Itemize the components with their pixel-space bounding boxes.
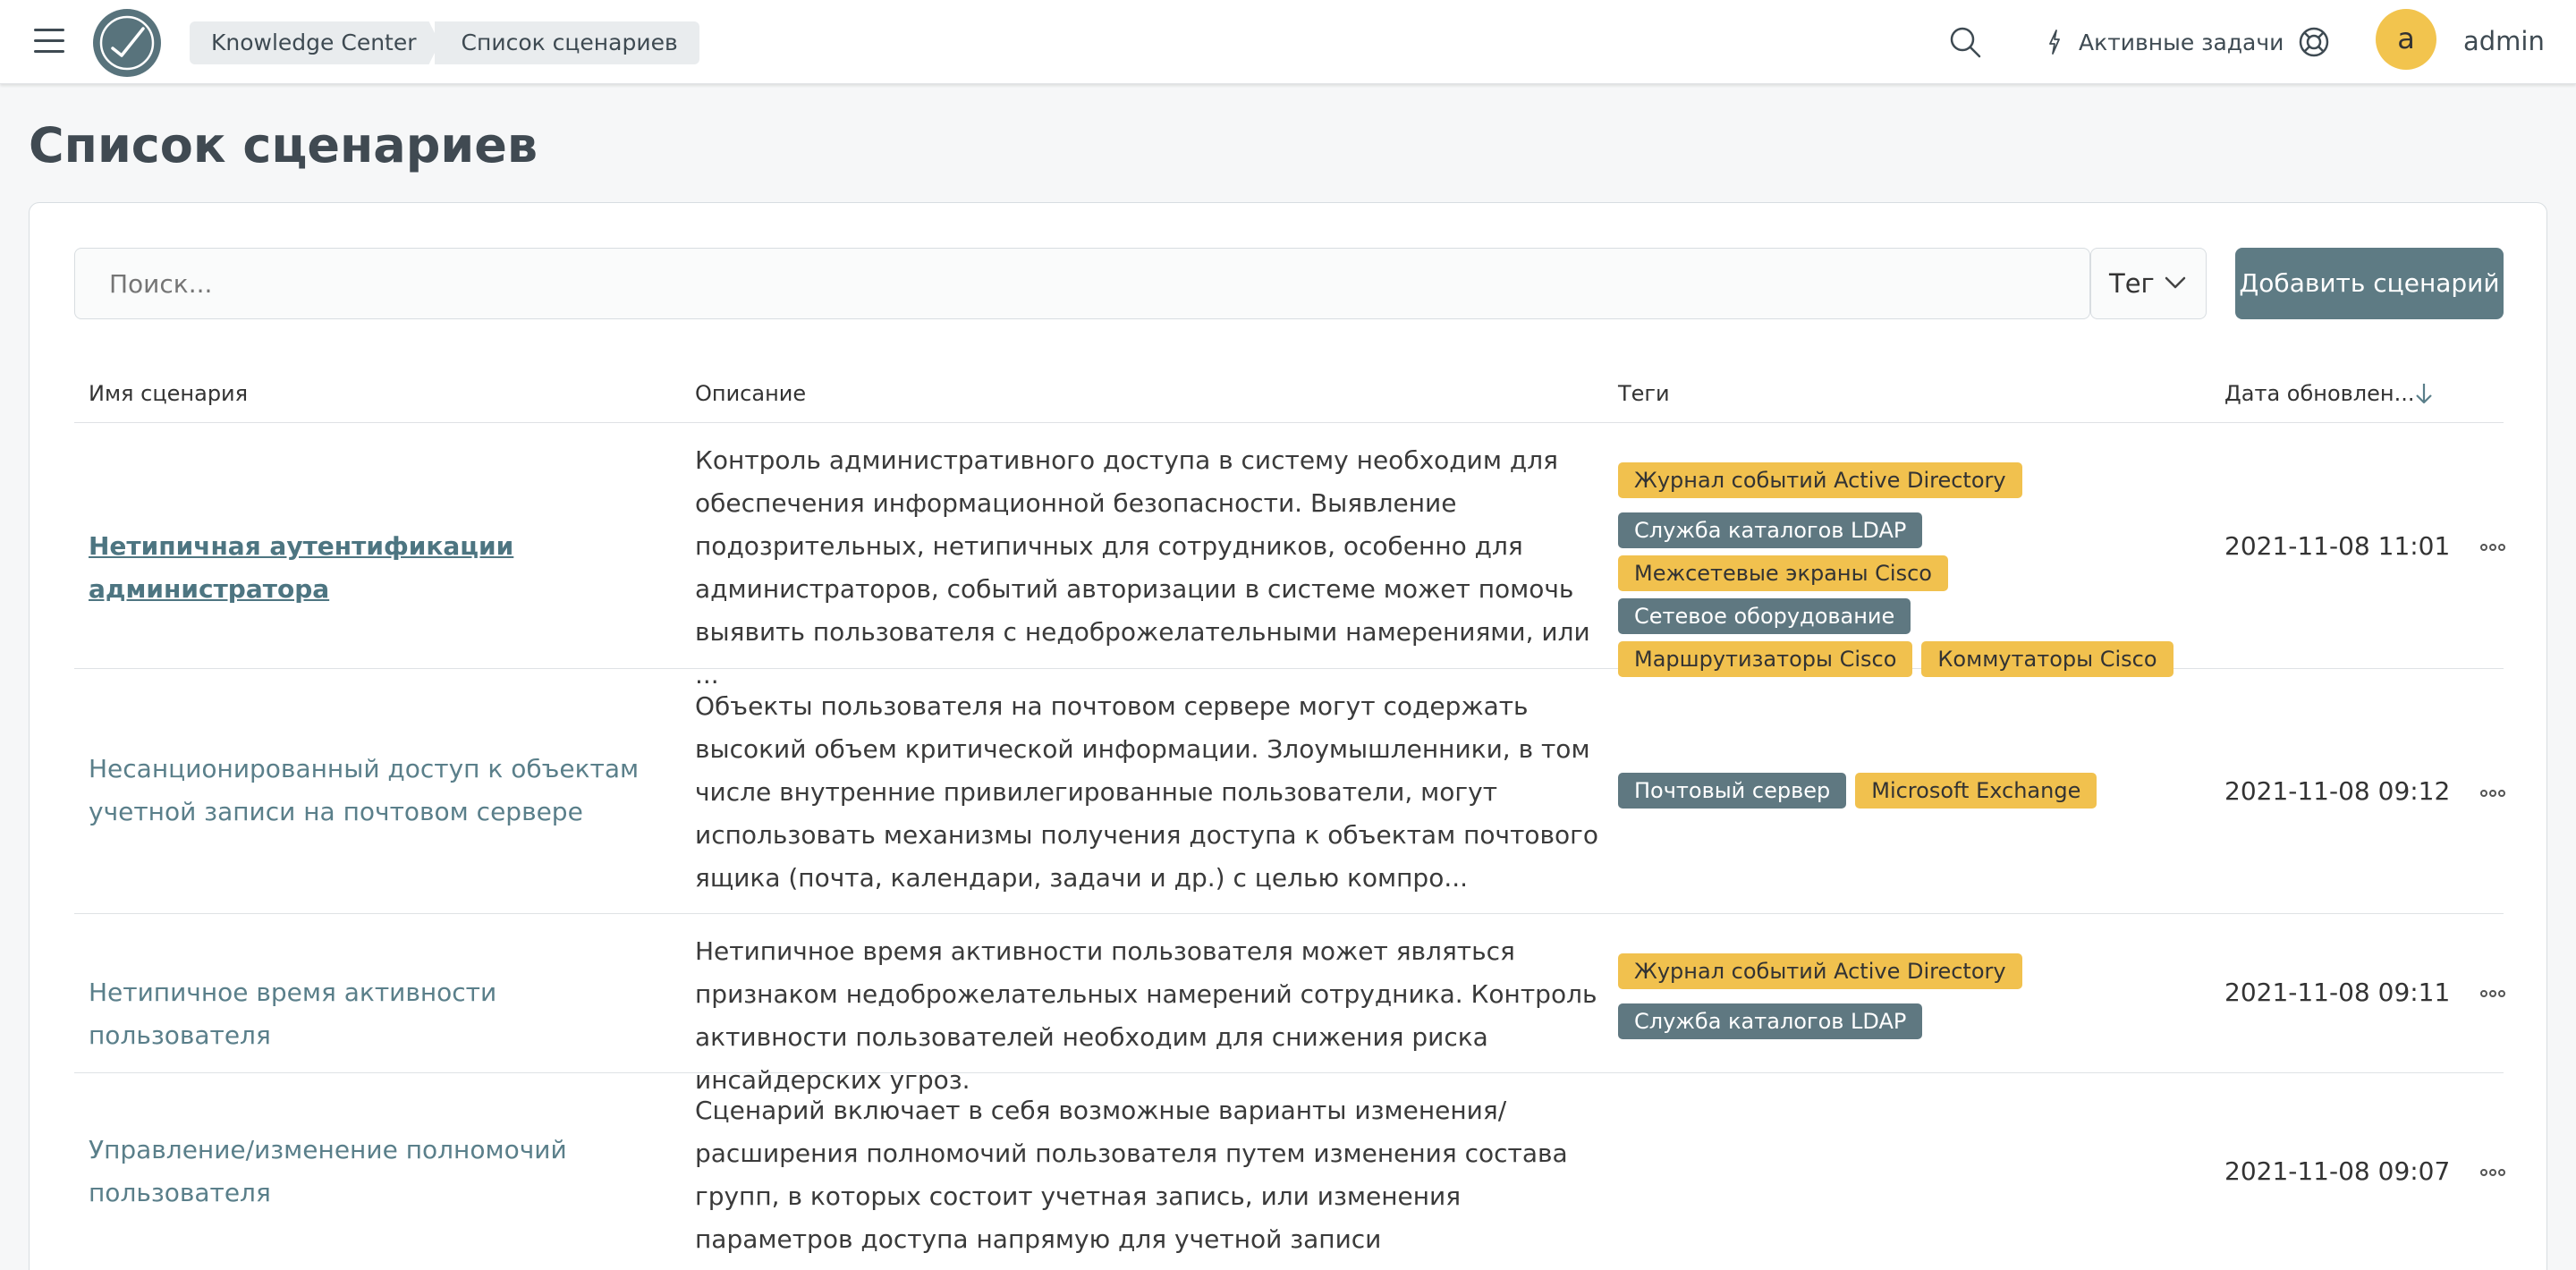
tag-badge[interactable]: Журнал событий Active Directory	[1618, 462, 2022, 498]
scenario-name-link[interactable]: Несанционированный доступ к объектам уче…	[89, 748, 679, 834]
tag-badge[interactable]: Почтовый сервер	[1618, 773, 1847, 809]
active-tasks-label: Активные задачи	[2079, 29, 2284, 55]
username[interactable]: admin	[2463, 23, 2545, 59]
active-tasks-button[interactable]: Активные задачи	[2045, 25, 2284, 59]
tag-badge[interactable]: Сетевое оборудование	[1618, 598, 1911, 634]
tag-badge[interactable]: Межсетевые экраны Cisco	[1618, 555, 1948, 591]
chevron-down-icon	[2165, 276, 2186, 289]
table-row[interactable]: Нетипичная аутентификации администратора…	[74, 423, 2505, 690]
scenario-name-link[interactable]: Нетипичное время активности пользователя	[89, 971, 679, 1057]
tag-filter-select[interactable]: Тег	[2090, 248, 2207, 319]
breadcrumb-item-current: Список сценариев	[434, 21, 699, 64]
sort-arrow-down-icon[interactable]	[2414, 382, 2434, 405]
scenario-name-link[interactable]: Управление/изменение полномочий пользова…	[89, 1129, 679, 1215]
lifebuoy-icon[interactable]	[2297, 25, 2331, 59]
more-options-icon[interactable]	[2480, 1163, 2511, 1176]
column-header-description: Описание	[695, 381, 807, 406]
scenarios-table: Имя сценария Описание Теги Дата обновлен…	[74, 357, 2505, 1270]
scenarios-card: Тег Добавить сценарий Имя сценария Описа…	[29, 202, 2547, 1270]
tag-badge[interactable]: Служба каталогов LDAP	[1618, 1003, 1923, 1039]
menu-icon[interactable]	[32, 29, 66, 55]
scenario-description: Объекты пользователя на почтовом сервере…	[695, 691, 1598, 893]
breadcrumb-item-knowledge-center[interactable]: Knowledge Center	[190, 21, 440, 64]
more-options-icon[interactable]	[2480, 984, 2511, 997]
scenario-updated-date: 2021-11-08 11:01	[2224, 531, 2451, 561]
avatar[interactable]: a	[2376, 9, 2436, 70]
column-header-tags: Теги	[1618, 381, 1670, 406]
scenario-tags: Журнал событий Active Directory Служба к…	[1618, 953, 2190, 1039]
scenario-name-link[interactable]: Нетипичная аутентификации администратора	[89, 525, 679, 611]
column-header-name[interactable]: Имя сценария	[89, 380, 248, 407]
tag-badge[interactable]: Microsoft Exchange	[1855, 773, 2097, 809]
tag-badge[interactable]: Журнал событий Active Directory	[1618, 953, 2022, 989]
scenario-updated-date: 2021-11-08 09:07	[2224, 1156, 2451, 1186]
lightning-icon	[2049, 30, 2060, 55]
table-row[interactable]: Несанционированный доступ к объектам уче…	[74, 669, 2505, 914]
column-header-updated[interactable]: Дата обновлен...	[2224, 380, 2414, 407]
scenario-tags: Почтовый сервер Microsoft Exchange	[1618, 773, 2190, 809]
add-scenario-button[interactable]: Добавить сценарий	[2235, 248, 2504, 319]
table-header: Имя сценария Описание Теги Дата обновлен…	[74, 357, 2504, 423]
more-options-icon[interactable]	[2480, 538, 2511, 551]
more-options-icon[interactable]	[2480, 783, 2511, 797]
search-icon[interactable]	[1948, 25, 1982, 59]
table-row[interactable]: Управление/изменение полномочий пользова…	[74, 1073, 2505, 1270]
app-logo[interactable]	[93, 9, 161, 77]
scenario-updated-date: 2021-11-08 09:11	[2224, 978, 2451, 1007]
tag-filter-label: Тег	[2109, 268, 2155, 299]
logo-checkmark-icon	[99, 15, 155, 71]
table-row[interactable]: Нетипичное время активности пользователя…	[74, 914, 2505, 1095]
scenario-updated-date: 2021-11-08 09:12	[2224, 776, 2451, 806]
scenario-description: Сценарий включает в себя возможные вариа…	[695, 1096, 1568, 1254]
search-input[interactable]	[74, 248, 2090, 319]
page-title: Список сценариев	[29, 117, 538, 174]
scenario-tags: Журнал событий Active Directory Служба к…	[1618, 462, 2190, 677]
breadcrumb: Knowledge Center Список сценариев	[190, 21, 699, 64]
tag-badge[interactable]: Служба каталогов LDAP	[1618, 512, 1923, 548]
scenario-description: Контроль административного доступа в сис…	[695, 445, 1590, 690]
top-bar: Knowledge Center Список сценариев Активн…	[0, 0, 2576, 84]
